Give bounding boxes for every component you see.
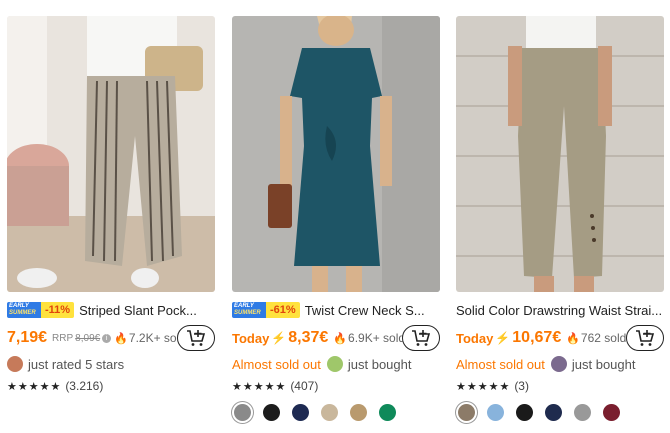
color-swatch[interactable] xyxy=(321,403,338,421)
product-card[interactable]: EARLY SUMMER -61% Twist Crew Neck S... To… xyxy=(232,16,440,426)
color-swatch[interactable] xyxy=(234,403,251,421)
urgency-label: Almost sold out xyxy=(232,356,321,372)
color-swatch[interactable] xyxy=(545,403,562,421)
discount-badge: -61% xyxy=(266,302,300,318)
rating[interactable]: ★★★★★ (3.216) xyxy=(7,378,103,394)
add-to-cart-button[interactable] xyxy=(177,325,215,351)
lightning-icon: ⚡ xyxy=(495,331,511,345)
product-title[interactable]: Striped Slant Pock... xyxy=(79,303,197,318)
product-image[interactable] xyxy=(7,16,215,292)
social-text: just bought xyxy=(347,356,412,372)
avatar xyxy=(550,356,567,372)
rating-count: (3.216) xyxy=(65,379,104,393)
social-proof: just rated 5 stars xyxy=(7,355,215,373)
early-summer-badge: EARLY SUMMER -61% xyxy=(232,302,300,318)
product-card[interactable]: Solid Color Drawstring Waist Strai... To… xyxy=(456,16,664,426)
social-proof: Almost sold out just bought xyxy=(232,355,440,373)
color-swatch[interactable] xyxy=(487,403,504,421)
add-to-cart-icon xyxy=(187,330,206,346)
early-summer-badge: EARLY SUMMER -11% xyxy=(7,302,75,318)
rrp-value: 8,09€ xyxy=(75,332,101,344)
product-price: 7,19€ xyxy=(7,329,48,346)
social-text: just rated 5 stars xyxy=(28,356,125,372)
rating-count: (407) xyxy=(290,379,319,393)
add-to-cart-button[interactable] xyxy=(626,325,664,351)
product-title[interactable]: Solid Color Drawstring Waist Strai... xyxy=(456,303,662,318)
product-grid: EARLY SUMMER -11% Striped Slant Pock... 7… xyxy=(0,0,670,433)
social-text: just bought xyxy=(571,356,636,372)
color-swatch[interactable] xyxy=(379,403,396,421)
star-rating: ★★★★★ xyxy=(232,380,287,393)
today-label: Today xyxy=(456,330,494,346)
add-to-cart-button[interactable] xyxy=(402,325,440,351)
rating-count: (3) xyxy=(514,379,529,393)
flame-icon: 🔥 xyxy=(114,332,128,345)
color-swatch[interactable] xyxy=(292,403,309,421)
sold-count: 6.9K+ sold xyxy=(348,331,406,345)
sold-count: 762 sold xyxy=(580,331,627,345)
rating[interactable]: ★★★★★ (407) xyxy=(232,378,318,394)
star-rating: ★★★★★ xyxy=(456,380,511,393)
price-row: 7,19€ RRP 8,09€ i 🔥 7.2K+ sold xyxy=(7,325,215,351)
color-swatches xyxy=(234,402,408,422)
flame-icon: 🔥 xyxy=(566,332,580,345)
star-rating: ★★★★★ xyxy=(7,380,62,393)
today-label: Today xyxy=(232,330,270,346)
add-to-cart-icon xyxy=(412,330,431,346)
color-swatch[interactable] xyxy=(458,403,475,421)
title-row: EARLY SUMMER -11% Striped Slant Pock... xyxy=(7,301,215,319)
urgency-label: Almost sold out xyxy=(456,356,545,372)
add-to-cart-icon xyxy=(636,330,655,346)
product-price: 10,67€ xyxy=(512,329,562,346)
rating[interactable]: ★★★★★ (3) xyxy=(456,378,529,394)
rrp-label: RRP xyxy=(52,332,74,344)
product-title[interactable]: Twist Crew Neck S... xyxy=(305,303,425,318)
price-row: Today ⚡ 8,37€ 🔥 6.9K+ sold xyxy=(232,325,440,351)
avatar xyxy=(326,356,343,372)
product-card[interactable]: EARLY SUMMER -11% Striped Slant Pock... 7… xyxy=(7,16,215,426)
color-swatches xyxy=(458,402,632,422)
info-icon[interactable]: i xyxy=(102,333,112,343)
color-swatch[interactable] xyxy=(516,403,533,421)
avatar xyxy=(7,356,23,372)
social-proof: Almost sold out just bought xyxy=(456,355,664,373)
flame-icon: 🔥 xyxy=(333,332,348,345)
product-image[interactable] xyxy=(232,16,440,292)
product-image[interactable] xyxy=(456,16,664,292)
color-swatch[interactable] xyxy=(263,403,280,421)
title-row: Solid Color Drawstring Waist Strai... xyxy=(456,301,664,319)
color-swatch[interactable] xyxy=(574,403,591,421)
price-row: Today ⚡ 10,67€ 🔥 762 sold xyxy=(456,325,664,351)
color-swatch[interactable] xyxy=(350,403,367,421)
color-swatch[interactable] xyxy=(603,403,620,421)
discount-badge: -11% xyxy=(41,302,75,318)
title-row: EARLY SUMMER -61% Twist Crew Neck S... xyxy=(232,301,440,319)
product-price: 8,37€ xyxy=(288,329,329,346)
lightning-icon: ⚡ xyxy=(271,331,287,345)
